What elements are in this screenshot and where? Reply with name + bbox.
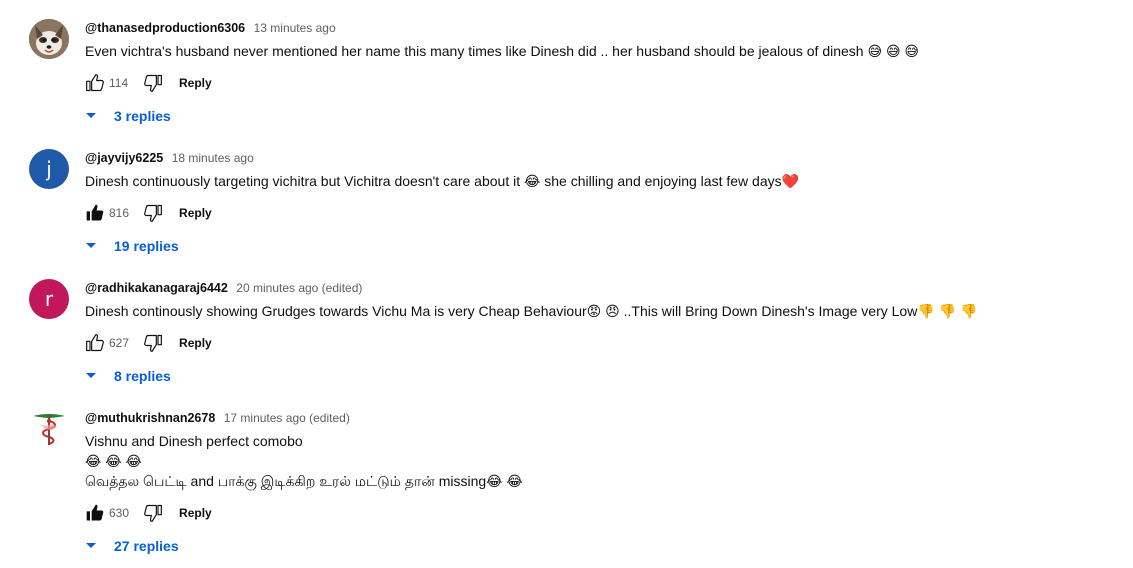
chevron-down-icon xyxy=(84,106,108,126)
avatar-letter: r xyxy=(44,287,54,311)
thumbs-up-filled-icon xyxy=(86,204,104,221)
like-button[interactable] xyxy=(85,203,105,223)
comment-header: @thanasedproduction6306 13 minutes ago xyxy=(85,19,1133,37)
avatar[interactable]: j xyxy=(29,149,69,189)
thumbs-down-outline-icon xyxy=(144,74,162,92)
view-replies-button[interactable]: 3 replies xyxy=(84,106,1133,126)
dislike-button[interactable] xyxy=(143,503,163,523)
reply-button[interactable]: Reply xyxy=(179,206,212,220)
dog-photo-icon xyxy=(29,19,69,59)
replies-count-label: 8 replies xyxy=(114,368,171,384)
avatar[interactable] xyxy=(29,19,69,59)
comment-actions: 816 Reply xyxy=(85,203,1133,223)
reply-button[interactable]: Reply xyxy=(179,506,212,520)
thumbs-up-filled-icon xyxy=(86,504,104,521)
like-count: 630 xyxy=(109,506,130,520)
dislike-button[interactable] xyxy=(143,333,163,353)
like-button[interactable] xyxy=(85,73,105,93)
like-button[interactable] xyxy=(85,503,105,523)
replies-count-label: 27 replies xyxy=(114,538,179,554)
thumbs-up-outline-icon xyxy=(86,334,104,352)
caduceus-icon xyxy=(29,409,69,449)
like-count: 627 xyxy=(109,336,130,350)
comment-time[interactable]: 18 minutes ago xyxy=(172,151,254,165)
like-count: 114 xyxy=(109,76,129,90)
comment-header: @muthukrishnan2678 17 minutes ago (edite… xyxy=(85,409,1133,427)
dislike-button[interactable] xyxy=(143,203,163,223)
comment-header: @radhikakanagaraj6442 20 minutes ago (ed… xyxy=(85,279,1133,297)
view-replies-button[interactable]: 27 replies xyxy=(84,536,1133,556)
comment-text: Dinesh continuously targeting vichitra b… xyxy=(85,173,800,189)
comment-author[interactable]: @radhikakanagaraj6442 xyxy=(85,281,228,295)
like-count: 816 xyxy=(109,206,130,220)
comment-body: @thanasedproduction6306 13 minutes ago E… xyxy=(85,19,1133,126)
thumbs-down-outline-icon xyxy=(144,334,162,352)
chevron-down-icon xyxy=(84,236,108,256)
comment-time[interactable]: 20 minutes ago (edited) xyxy=(236,281,362,295)
comment-text: Even vichtra's husband never mentioned h… xyxy=(85,43,920,59)
comment-body: @radhikakanagaraj6442 20 minutes ago (ed… xyxy=(85,279,1133,386)
comment-author[interactable]: @jayvijy6225 xyxy=(85,151,163,165)
comment-author[interactable]: @thanasedproduction6306 xyxy=(85,21,245,35)
avatar-letter: j xyxy=(46,157,52,181)
comment-time[interactable]: 13 minutes ago xyxy=(254,21,336,35)
avatar[interactable]: r xyxy=(29,279,69,319)
view-replies-button[interactable]: 19 replies xyxy=(84,236,1133,256)
comment-header: @jayvijy6225 18 minutes ago xyxy=(85,149,1133,167)
replies-count-label: 19 replies xyxy=(114,238,179,254)
comment-body: @muthukrishnan2678 17 minutes ago (edite… xyxy=(85,409,1133,556)
comment-actions: 630 Reply xyxy=(85,503,1133,523)
comment-time[interactable]: 17 minutes ago (edited) xyxy=(224,411,350,425)
thumbs-down-outline-icon xyxy=(144,504,162,522)
comment-text: Dinesh continously showing Grudges towar… xyxy=(85,303,978,319)
comment-author[interactable]: @muthukrishnan2678 xyxy=(85,411,215,425)
like-button[interactable] xyxy=(85,333,105,353)
comment-text: 😂 😂 😂 xyxy=(85,453,142,469)
replies-count-label: 3 replies xyxy=(114,108,171,124)
chevron-down-icon xyxy=(84,366,108,386)
comment-body: @jayvijy6225 18 minutes ago Dinesh conti… xyxy=(85,149,1133,256)
thumbs-up-outline-icon xyxy=(86,74,104,92)
comment-text: Vishnu and Dinesh perfect comobo xyxy=(85,433,303,449)
avatar[interactable] xyxy=(29,409,69,449)
thumbs-down-outline-icon xyxy=(144,204,162,222)
view-replies-button[interactable]: 8 replies xyxy=(84,366,1133,386)
reply-button[interactable]: Reply xyxy=(179,336,212,350)
dislike-button[interactable] xyxy=(143,73,163,93)
comment-actions: 114 Reply xyxy=(85,73,1133,93)
comment-text: வெத்தல பெட்டி and பாக்கு இடிக்கிற உரல் ம… xyxy=(85,473,523,489)
chevron-down-icon xyxy=(84,536,108,556)
comment-actions: 627 Reply xyxy=(85,333,1133,353)
reply-button[interactable]: Reply xyxy=(179,76,212,90)
